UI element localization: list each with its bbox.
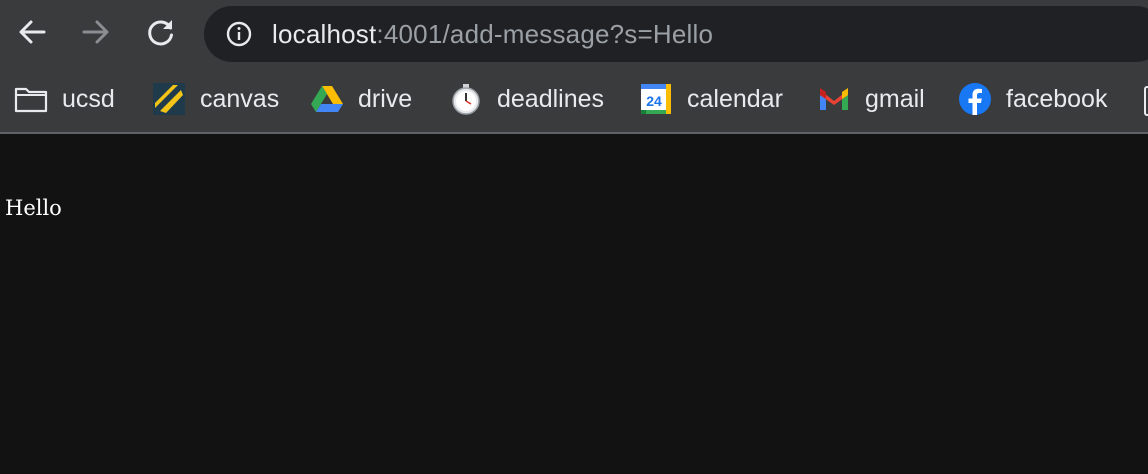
bookmark-label: drive (358, 84, 413, 113)
calendar-date-text: 24 (646, 93, 662, 109)
url-text[interactable]: localhost:4001/add-message?s=Hello (272, 19, 713, 50)
back-button[interactable] (15, 15, 49, 49)
address-bar[interactable]: localhost:4001/add-message?s=Hello (204, 6, 1148, 62)
bookmark-label: facebook (1006, 84, 1108, 113)
page-content: Hello (0, 134, 1148, 474)
forward-button[interactable] (79, 15, 113, 49)
canvas-icon (152, 82, 186, 116)
browser-toolbar: localhost:4001/add-message?s=Hello (0, 0, 1148, 66)
reload-icon (148, 20, 173, 46)
bookmark-label: deadlines (497, 84, 605, 113)
bookmarks-overflow-icon[interactable] (1144, 86, 1148, 116)
arrow-right-icon (82, 20, 109, 44)
bookmarks-bar: ucsd canvas drive deadlines 24 calendar … (0, 66, 1148, 134)
folder-icon (14, 82, 48, 116)
bookmark-ucsd[interactable]: ucsd (14, 81, 115, 117)
info-icon[interactable] (226, 21, 252, 47)
stopwatch-icon (449, 82, 483, 116)
url-host: localhost (272, 18, 377, 49)
bookmark-label: calendar (687, 84, 783, 113)
bookmark-facebook[interactable]: facebook (958, 81, 1107, 117)
bookmark-label: gmail (865, 84, 925, 113)
facebook-icon (958, 82, 992, 116)
bookmark-gmail[interactable]: gmail (817, 81, 925, 117)
bookmark-drive[interactable]: drive (310, 81, 412, 117)
arrow-left-icon (19, 20, 46, 44)
url-path: :4001/add-message?s=Hello (376, 18, 714, 49)
bookmark-label: ucsd (62, 84, 115, 113)
message-text: Hello (5, 196, 62, 220)
google-drive-icon (310, 82, 344, 116)
bookmark-label: canvas (200, 84, 280, 113)
reload-button[interactable] (144, 15, 178, 49)
bookmark-canvas[interactable]: canvas (152, 81, 279, 117)
bookmark-calendar[interactable]: 24 calendar (639, 81, 783, 117)
google-calendar-icon: 24 (639, 82, 673, 116)
bookmark-deadlines[interactable]: deadlines (449, 81, 604, 117)
gmail-icon (817, 82, 851, 116)
